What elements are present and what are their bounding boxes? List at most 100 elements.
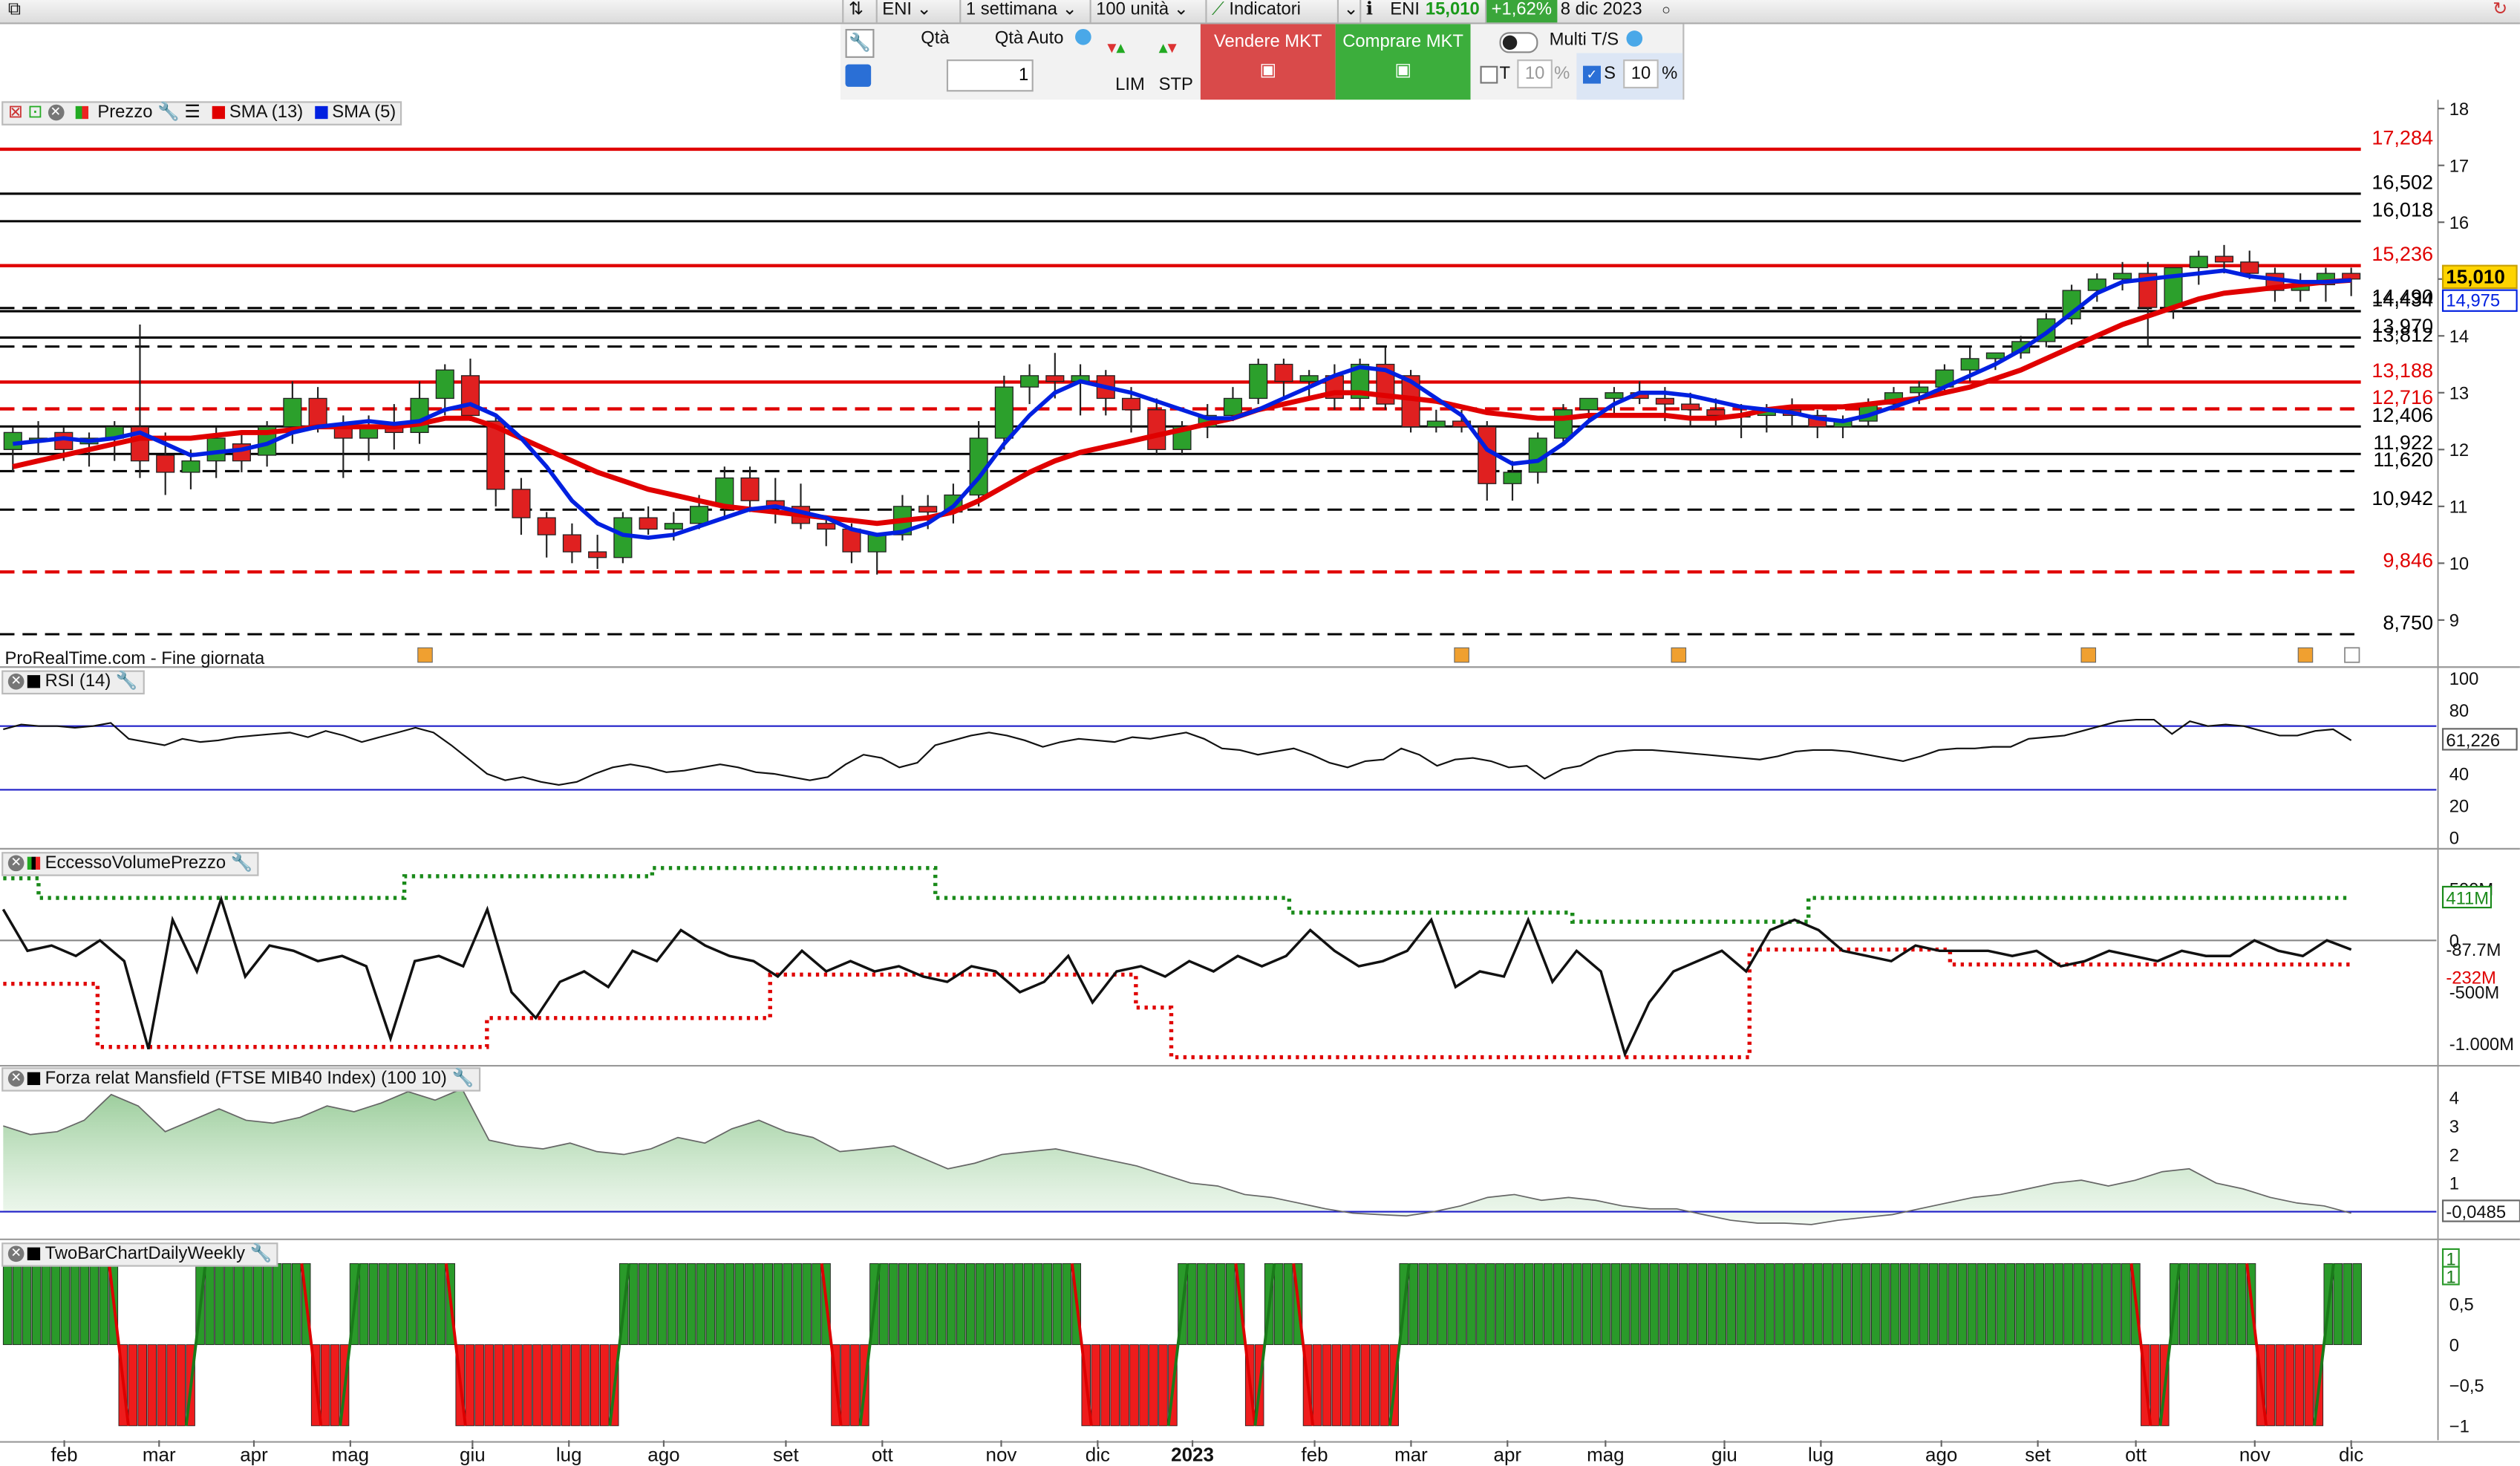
price-legend-label: Prezzo <box>97 102 153 123</box>
twobar-bar <box>1996 1263 2006 1346</box>
multi-help-icon[interactable] <box>1626 30 1643 47</box>
twobar-bar <box>12 1263 22 1346</box>
level-label-8: 13,188 <box>2372 359 2433 382</box>
rsi-close-icon[interactable]: ✕ <box>7 674 25 690</box>
twobar-close-icon[interactable]: ✕ <box>7 1245 25 1263</box>
s-value-input[interactable]: 10 <box>1623 59 1659 89</box>
twobar-bar <box>157 1344 166 1427</box>
twobar-bar <box>2265 1344 2276 1427</box>
units-label: 100 unità <box>1096 0 1169 19</box>
multi-ts-label: Multi T/S <box>1549 30 1619 51</box>
qty-input[interactable] <box>946 59 1034 92</box>
twobar-bar <box>1784 1263 1794 1346</box>
info-icon[interactable]: ℹ <box>1359 0 1383 23</box>
twobar-bar <box>783 1263 792 1346</box>
twobar-bar <box>936 1263 947 1346</box>
timeframe-select[interactable]: 1 settimana ⌄ <box>959 0 1086 23</box>
twobar-bar <box>1572 1263 1582 1346</box>
twobar-bar <box>879 1263 889 1346</box>
s-checkbox[interactable]: ✓ <box>1583 65 1601 84</box>
time-label-14: apr <box>1494 1444 1522 1466</box>
twobar-bar <box>647 1263 658 1346</box>
level-label-12: 11,620 <box>2373 449 2433 471</box>
twobar-bar <box>1688 1263 1698 1346</box>
list-icon[interactable]: ☰ <box>184 103 200 123</box>
twobar-bar <box>147 1344 157 1427</box>
twobar-settings-icon[interactable]: 🔧 <box>250 1244 272 1263</box>
price-close-icon[interactable]: ✕ <box>47 104 64 121</box>
candle-body <box>435 369 454 400</box>
twobar-bar <box>1120 1344 1129 1427</box>
twobar-bar <box>50 1263 61 1346</box>
candle-body <box>1274 363 1293 382</box>
refresh-icon[interactable]: ↻ <box>2488 0 2513 22</box>
sell-label: Vendere MKT <box>1213 32 1322 52</box>
price-panel-up-icon[interactable]: ⊡ <box>27 103 42 123</box>
evp-close-icon[interactable]: ✕ <box>7 855 25 872</box>
twobar-bar <box>667 1263 677 1346</box>
lim-label[interactable]: LIM <box>1115 76 1145 95</box>
units-select[interactable]: 100 unità ⌄ <box>1089 0 1201 23</box>
indicators-button[interactable]: ⟋ Indicatori <box>1205 0 1348 23</box>
twobar-bar <box>552 1344 561 1427</box>
twobar-bar <box>291 1263 301 1346</box>
quote-name: ENI <box>1390 0 1420 19</box>
window-icon[interactable]: ⧉ <box>3 0 25 22</box>
twobar-bar <box>1967 1263 1977 1346</box>
time-label-20: ott <box>2125 1444 2147 1466</box>
buy-market-button[interactable]: Comprare MKT ▣ <box>1335 24 1471 100</box>
help-icon[interactable] <box>1075 28 1091 45</box>
buy-icon: ▣ <box>1394 61 1411 81</box>
time-label-4: giu <box>460 1444 486 1466</box>
rsi-settings-icon[interactable]: 🔧 <box>116 672 138 691</box>
candle-body <box>1121 397 1141 411</box>
multi-ts-toggle[interactable] <box>1499 32 1538 53</box>
twobar-tick-0: −1 <box>2449 1416 2470 1436</box>
sma5-tag: 14,975 <box>2446 290 2500 310</box>
twobar-bar <box>465 1344 474 1427</box>
twobar-bar <box>1804 1263 1813 1346</box>
t-checkbox[interactable] <box>1480 65 1498 84</box>
price-panel-close-icon[interactable]: ⊠ <box>8 103 23 123</box>
sell-market-button[interactable]: Vendere MKT ▣ <box>1200 24 1336 100</box>
twobar-bar <box>1755 1263 1765 1346</box>
t-value-input[interactable]: 10 <box>1517 59 1553 89</box>
twobar-tick-3: 0,5 <box>2449 1295 2474 1315</box>
twobar-bar <box>792 1263 802 1346</box>
twobar-tick-2: 0 <box>2449 1335 2459 1355</box>
candle-body <box>613 517 633 558</box>
stop-order-icon[interactable]: ▴▾ <box>1159 37 1195 66</box>
instrument-select[interactable]: ENI ⌄ <box>875 0 955 23</box>
keypad-icon[interactable] <box>845 64 872 87</box>
evp-swatch <box>27 856 41 870</box>
evp-panel: -1.000M-500M0500M411M-87.7M-232M <box>0 866 2514 1060</box>
stp-label[interactable]: STP <box>1159 76 1193 95</box>
mansfield-settings-icon[interactable]: 🔧 <box>451 1069 474 1088</box>
twobar-bar <box>1938 1263 1948 1346</box>
time-label-2: apr <box>240 1444 268 1466</box>
mansfield-tick-4: 4 <box>2449 1088 2459 1108</box>
wrench-icon[interactable]: 🔧 <box>845 28 875 58</box>
twobar-bar <box>715 1263 725 1346</box>
twobar-bar <box>1052 1263 1062 1346</box>
price-settings-icon[interactable]: 🔧 <box>157 103 180 123</box>
twobar-bar <box>1581 1263 1592 1346</box>
candle-body <box>1045 375 1065 382</box>
twobar-bar <box>1505 1263 1515 1346</box>
mansfield-close-icon[interactable]: ✕ <box>7 1070 25 1087</box>
chart-area[interactable]: 9101112131415161718 17,28416,50216,01815… <box>0 100 2520 1466</box>
twobar-bar <box>1630 1263 1640 1346</box>
twobar-bar <box>889 1263 898 1346</box>
twobar-bar <box>1100 1344 1110 1427</box>
level-label-15: 8,750 <box>2383 612 2433 634</box>
twobar-bar <box>2025 1263 2034 1346</box>
candle-body <box>1249 363 1268 400</box>
evp-settings-icon[interactable]: 🔧 <box>231 853 253 873</box>
time-label-13: mar <box>1394 1444 1428 1466</box>
level-label-7: 13,812 <box>2372 324 2433 346</box>
twobar-bar <box>1717 1263 1726 1346</box>
candle-body <box>512 489 531 518</box>
twobar-bar <box>1861 1263 1871 1346</box>
twobar-bar <box>1418 1263 1428 1346</box>
limit-order-icon[interactable]: ▾▴ <box>1107 37 1143 66</box>
